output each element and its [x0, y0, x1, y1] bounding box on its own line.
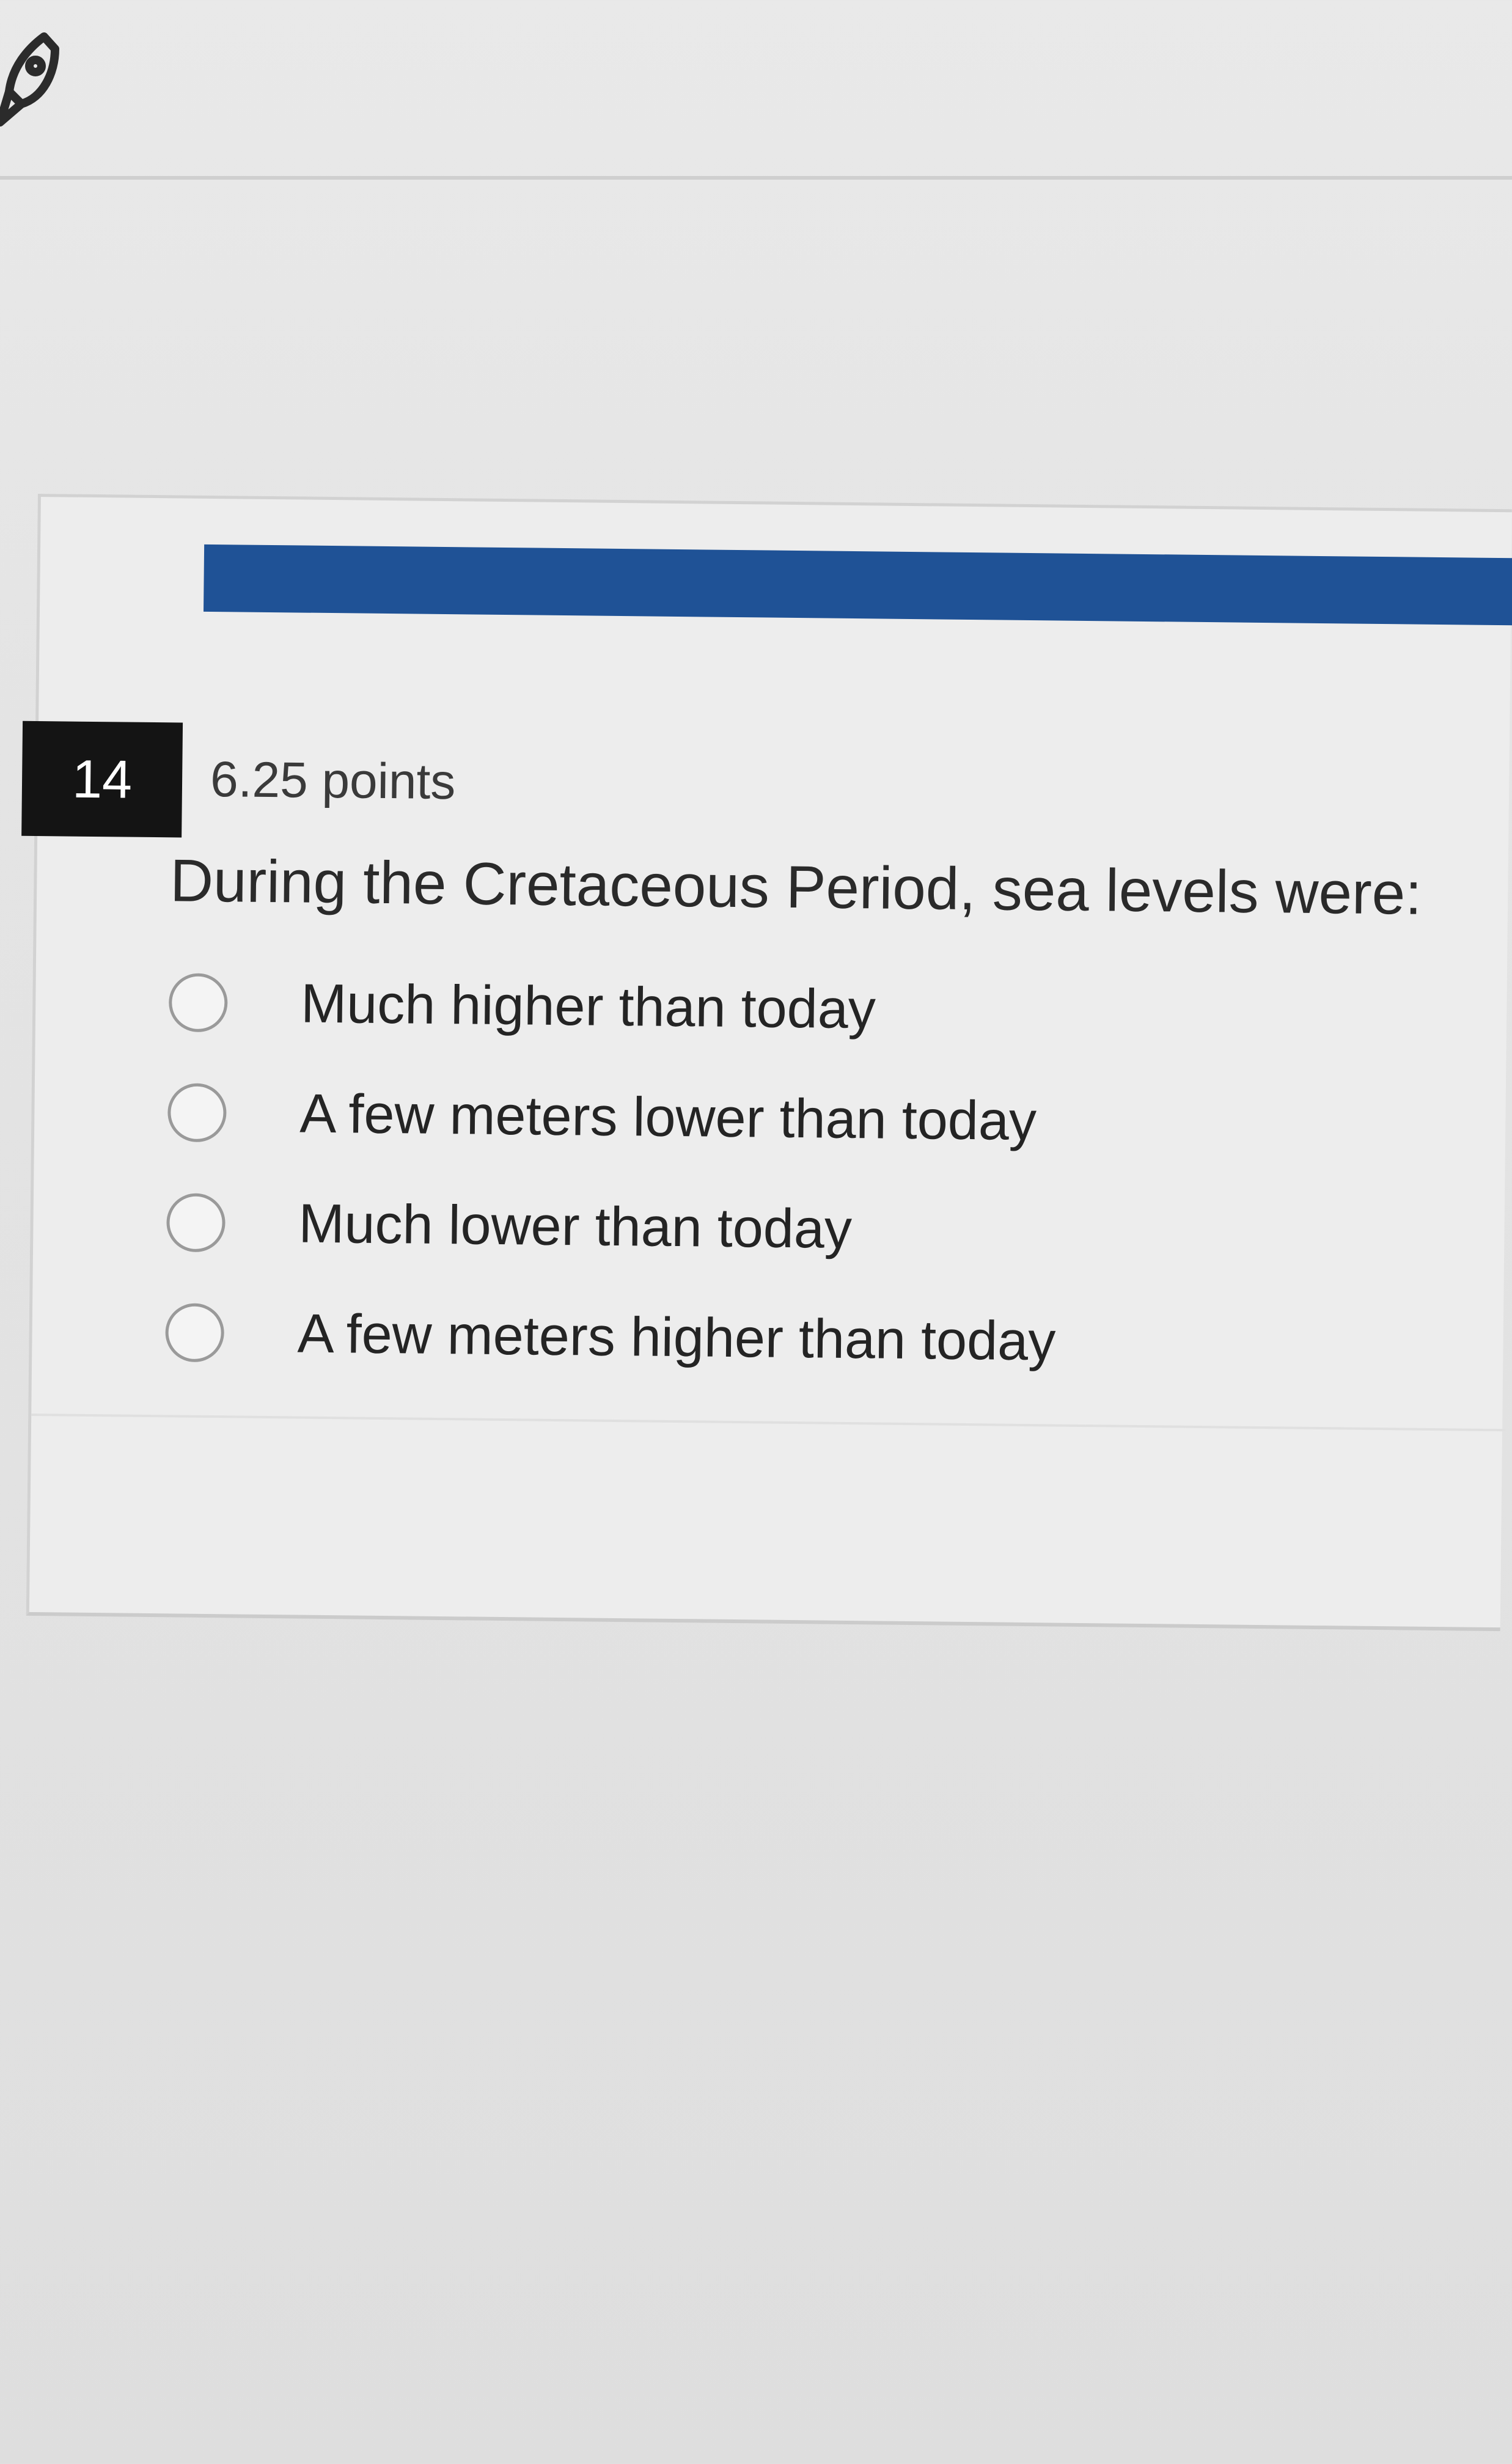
answer-option[interactable]: A few meters lower than today: [167, 1057, 1059, 1176]
answer-radio[interactable]: [166, 1193, 226, 1253]
page-divider: [0, 176, 1512, 180]
answer-label[interactable]: A few meters higher than today: [297, 1300, 1056, 1376]
answer-option[interactable]: A few meters higher than today: [165, 1277, 1057, 1396]
answer-list: Much higher than today A few meters lowe…: [165, 947, 1060, 1396]
answer-label[interactable]: Much higher than today: [301, 970, 876, 1044]
answer-option[interactable]: Much lower than today: [166, 1167, 1058, 1286]
question-card: 14 6.25 points During the Cretaceous Per…: [21, 494, 1512, 1632]
rocket-icon[interactable]: [0, 24, 61, 134]
question-points: 6.25 points: [210, 751, 456, 810]
answer-radio[interactable]: [165, 1303, 225, 1363]
card-divider: [31, 1413, 1506, 1432]
answer-radio[interactable]: [168, 973, 228, 1033]
question-header-bar: [203, 544, 1512, 626]
answer-radio[interactable]: [167, 1083, 227, 1143]
answer-label[interactable]: Much lower than today: [298, 1190, 853, 1263]
question-text: During the Cretaceous Period, sea levels…: [169, 846, 1423, 927]
question-number-badge: 14: [21, 721, 183, 838]
answer-label[interactable]: A few meters lower than today: [299, 1080, 1037, 1156]
answer-option[interactable]: Much higher than today: [168, 947, 1060, 1066]
